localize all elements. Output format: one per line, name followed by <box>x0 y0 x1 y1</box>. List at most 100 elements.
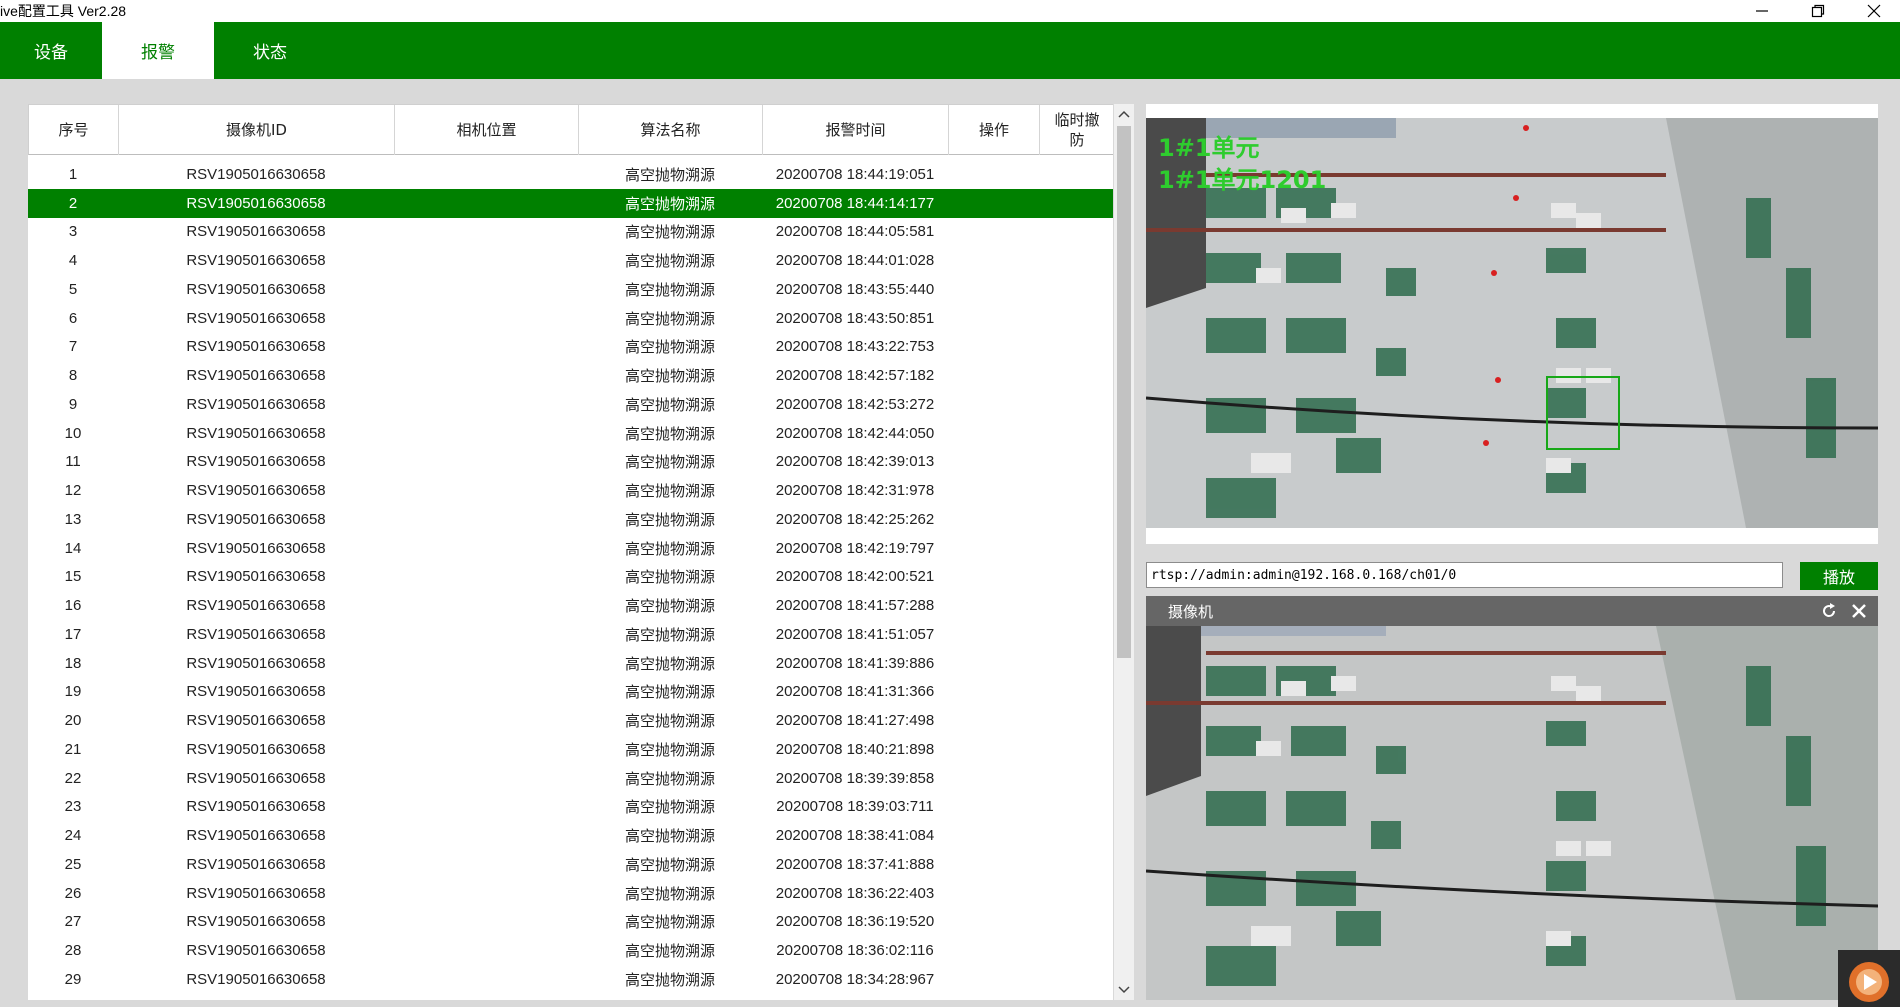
column-header-algorithm[interactable]: 算法名称 <box>579 105 763 155</box>
cell-camera-id: RSV1905016630658 <box>186 165 326 183</box>
tab-bar: 设备 报警 状态 <box>0 22 1900 79</box>
cell-camera-id: RSV1905016630658 <box>186 338 326 356</box>
scroll-down-arrow-icon[interactable] <box>1114 980 1134 1000</box>
cell-algorithm: 高空抛物溯源 <box>624 626 715 644</box>
cell-camera-location <box>394 534 578 563</box>
table-row[interactable]: 6 RSV1905016630658 高空抛物溯源 20200708 18:43:50… <box>28 304 1113 333</box>
table-row[interactable]: 25 RSV1905016630658 高空抛物溯源 20200708 18:37:4… <box>28 850 1113 879</box>
cell-index: 4 <box>68 252 78 270</box>
cell-camera-id: RSV1905016630658 <box>186 194 326 212</box>
column-header-index[interactable]: 序号 <box>29 105 119 155</box>
table-header: 序号 摄像机ID 相机位置 算法名称 报警时间 操作 临时撤防 <box>28 104 1113 155</box>
cell-index: 28 <box>64 942 82 960</box>
tab-alarm[interactable]: 报警 <box>102 22 214 79</box>
table-row[interactable]: 29 RSV1905016630658 高空抛物溯源 20200708 18:34:2… <box>28 965 1113 994</box>
close-window-button[interactable] <box>1846 0 1900 22</box>
cell-alarm-time: 20200708 18:43:50:851 <box>775 309 935 327</box>
cell-alarm-time: 20200708 18:42:19:797 <box>775 539 935 557</box>
table-row[interactable]: 11 RSV1905016630658 高空抛物溯源 20200708 18:42:3… <box>28 448 1113 477</box>
close-icon[interactable] <box>1848 600 1870 622</box>
cell-algorithm: 高空抛物溯源 <box>624 253 715 271</box>
table-row[interactable]: 19 RSV1905016630658 高空抛物溯源 20200708 18:41:3… <box>28 678 1113 707</box>
table-row[interactable]: 12 RSV1905016630658 高空抛物溯源 20200708 18:42:3… <box>28 476 1113 505</box>
cell-alarm-time: 20200708 18:44:14:177 <box>775 194 935 212</box>
column-header-operation[interactable]: 操作 <box>949 105 1040 155</box>
alarm-snapshot-panel: 1#1单元 1#1单元1201 <box>1146 104 1878 544</box>
column-header-camera-location[interactable]: 相机位置 <box>395 105 579 155</box>
cell-algorithm: 高空抛物溯源 <box>624 885 715 903</box>
table-row[interactable]: 16 RSV1905016630658 高空抛物溯源 20200708 18:41:5… <box>28 591 1113 620</box>
cell-camera-id: RSV1905016630658 <box>186 367 326 385</box>
column-header-camera-id[interactable]: 摄像机ID <box>119 105 395 155</box>
cell-camera-location <box>394 218 578 247</box>
table-row[interactable]: 10 RSV1905016630658 高空抛物溯源 20200708 18:42:4… <box>28 419 1113 448</box>
cell-algorithm: 高空抛物溯源 <box>624 741 715 759</box>
cell-camera-location <box>394 448 578 477</box>
column-header-alarm-time[interactable]: 报警时间 <box>763 105 949 155</box>
cell-algorithm: 高空抛物溯源 <box>624 396 715 414</box>
table-row[interactable]: 9 RSV1905016630658 高空抛物溯源 20200708 18:42:53… <box>28 390 1113 419</box>
cell-index: 6 <box>68 309 78 327</box>
window-title: ive配置工具 Ver2.28 <box>0 3 127 19</box>
cell-camera-location <box>394 419 578 448</box>
cell-alarm-time: 20200708 18:36:02:116 <box>776 942 934 960</box>
cell-camera-location <box>394 936 578 965</box>
play-button[interactable]: 播放 <box>1800 562 1878 590</box>
cell-algorithm: 高空抛物溯源 <box>624 943 715 961</box>
scrollbar-thumb[interactable] <box>1117 126 1131 658</box>
cell-camera-id: RSV1905016630658 <box>186 597 326 615</box>
table-row[interactable]: 26 RSV1905016630658 高空抛物溯源 20200708 18:36:2… <box>28 879 1113 908</box>
table-row[interactable]: 17 RSV1905016630658 高空抛物溯源 20200708 18:41:5… <box>28 620 1113 649</box>
cell-algorithm: 高空抛物溯源 <box>624 770 715 788</box>
cell-camera-location <box>394 793 578 822</box>
table-row[interactable]: 7 RSV1905016630658 高空抛物溯源 20200708 18:43:22… <box>28 333 1113 362</box>
table-row[interactable]: 20 RSV1905016630658 高空抛物溯源 20200708 18:41:2… <box>28 706 1113 735</box>
table-row[interactable]: 4 RSV1905016630658 高空抛物溯源 20200708 18:44:01… <box>28 246 1113 275</box>
cell-algorithm: 高空抛物溯源 <box>624 856 715 874</box>
stream-url-input[interactable] <box>1146 562 1783 588</box>
minimize-icon <box>1756 10 1768 12</box>
cell-index: 20 <box>64 712 82 730</box>
table-row[interactable]: 14 RSV1905016630658 高空抛物溯源 20200708 18:42:1… <box>28 534 1113 563</box>
table-row[interactable]: 21 RSV1905016630658 高空抛物溯源 20200708 18:40:2… <box>28 735 1113 764</box>
close-icon <box>1867 4 1881 18</box>
cell-index: 22 <box>64 769 82 787</box>
table-row[interactable]: 24 RSV1905016630658 高空抛物溯源 20200708 18:38:4… <box>28 821 1113 850</box>
cell-alarm-time: 20200708 18:41:39:886 <box>775 654 935 672</box>
table-row[interactable]: 28 RSV1905016630658 高空抛物溯源 20200708 18:36:0… <box>28 936 1113 965</box>
cell-alarm-time: 20200708 18:44:05:581 <box>775 223 935 241</box>
cell-index: 21 <box>64 740 82 758</box>
table-row[interactable]: 18 RSV1905016630658 高空抛物溯源 20200708 18:41:3… <box>28 649 1113 678</box>
cell-camera-location <box>394 333 578 362</box>
table-row[interactable]: 13 RSV1905016630658 高空抛物溯源 20200708 18:42:2… <box>28 505 1113 534</box>
cell-index: 29 <box>64 970 82 988</box>
minimize-button[interactable] <box>1734 0 1790 22</box>
cell-camera-id: RSV1905016630658 <box>186 223 326 241</box>
tab-device[interactable]: 设备 <box>0 22 102 79</box>
restore-button[interactable] <box>1790 0 1846 22</box>
table-row[interactable]: 5 RSV1905016630658 高空抛物溯源 20200708 18:43:55… <box>28 275 1113 304</box>
table-row[interactable]: 8 RSV1905016630658 高空抛物溯源 20200708 18:42:57… <box>28 361 1113 390</box>
cell-index: 15 <box>64 568 82 586</box>
table-row[interactable]: 22 RSV1905016630658 高空抛物溯源 20200708 18:39:3… <box>28 764 1113 793</box>
scroll-up-arrow-icon[interactable] <box>1114 104 1134 124</box>
column-header-temp-disarm[interactable]: 临时撤防 <box>1040 105 1113 155</box>
refresh-icon[interactable] <box>1818 600 1840 622</box>
cell-index: 12 <box>64 482 82 500</box>
cell-alarm-time: 20200708 18:41:57:288 <box>775 597 935 615</box>
cell-index: 14 <box>64 539 82 557</box>
table-row[interactable]: 1 RSV1905016630658 高空抛物溯源 20200708 18:44:19… <box>28 160 1113 189</box>
table-scrollbar[interactable] <box>1114 104 1134 1000</box>
table-row[interactable]: 27 RSV1905016630658 高空抛物溯源 20200708 18:36:1… <box>28 908 1113 937</box>
cell-camera-location <box>394 275 578 304</box>
cell-camera-location <box>394 361 578 390</box>
table-row[interactable]: 3 RSV1905016630658 高空抛物溯源 20200708 18:44:05… <box>28 218 1113 247</box>
cell-algorithm: 高空抛物溯源 <box>624 569 715 587</box>
table-row[interactable]: 15 RSV1905016630658 高空抛物溯源 20200708 18:42:0… <box>28 563 1113 592</box>
table-row[interactable]: 23 RSV1905016630658 高空抛物溯源 20200708 18:39:0… <box>28 793 1113 822</box>
table-row[interactable]: 2 RSV1905016630658 高空抛物溯源 20200708 18:44:14… <box>28 188 1113 218</box>
camera-live-view <box>1146 626 1878 1000</box>
cell-camera-location <box>394 764 578 793</box>
tab-status[interactable]: 状态 <box>214 22 326 79</box>
cell-camera-id: RSV1905016630658 <box>186 942 326 960</box>
